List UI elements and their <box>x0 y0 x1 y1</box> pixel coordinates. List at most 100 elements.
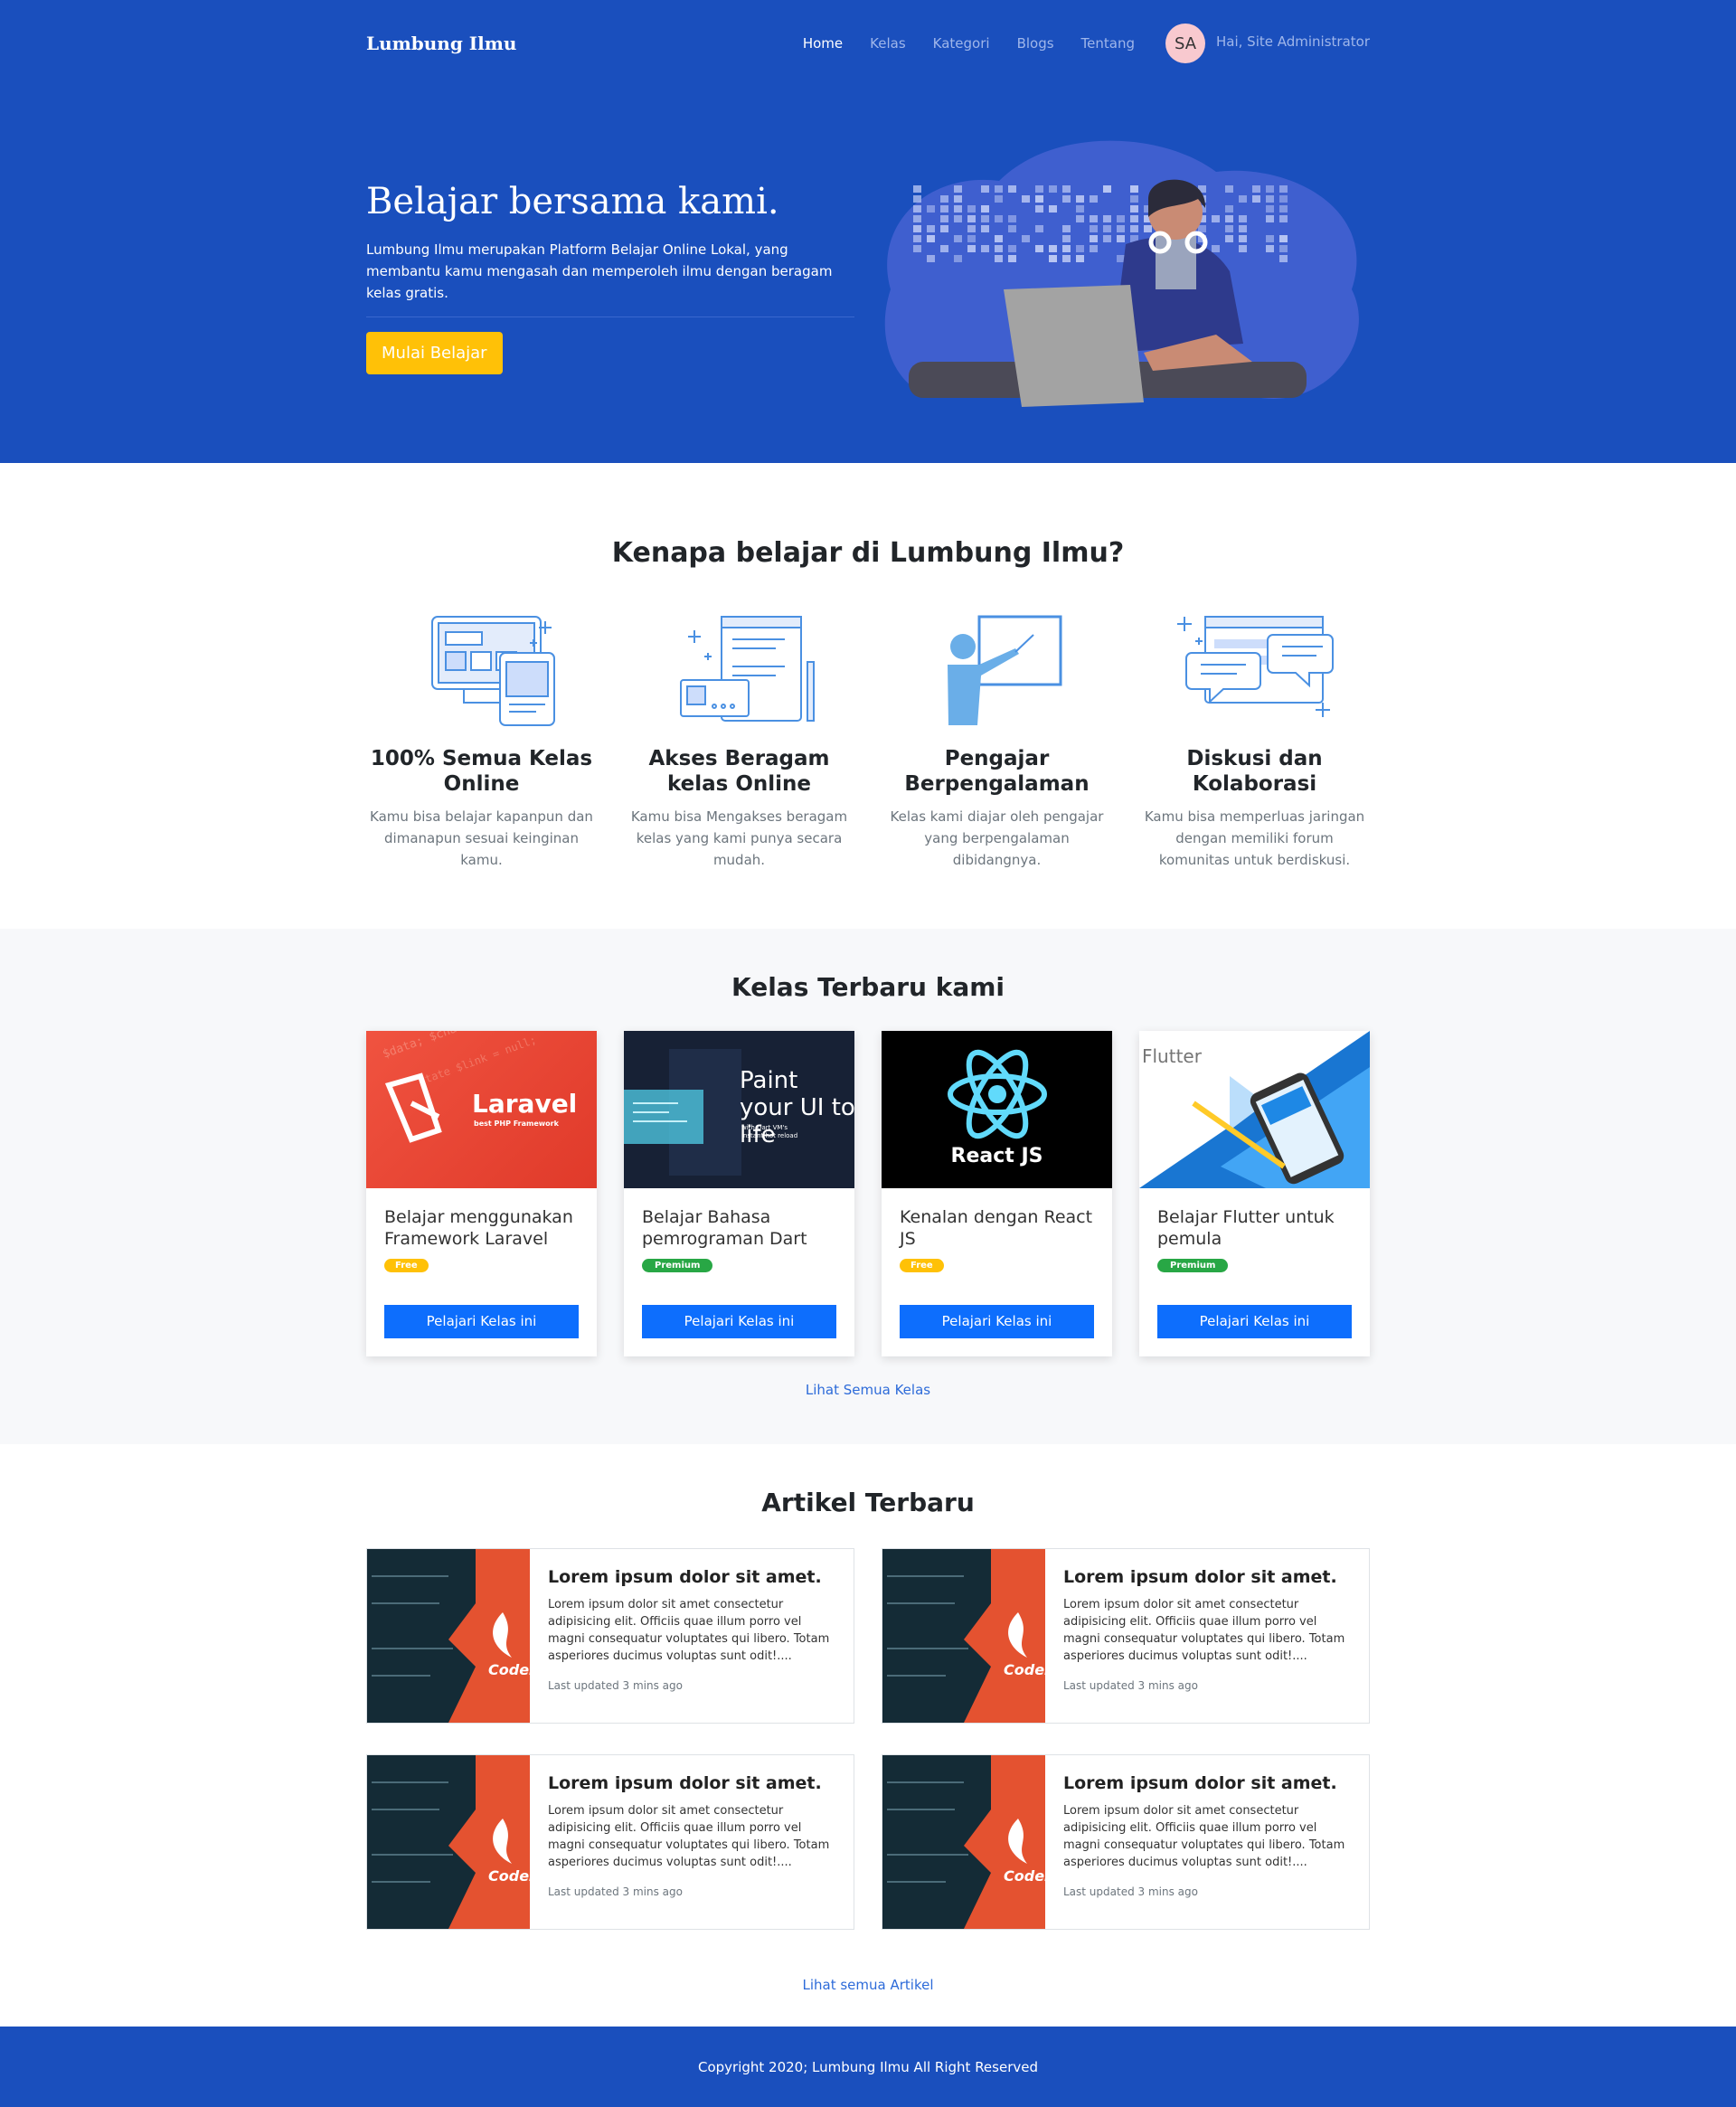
devices-icon <box>430 616 555 726</box>
user-greeting[interactable]: Hai, Site Administrator <box>1216 33 1370 50</box>
pixel-block <box>954 195 962 203</box>
pixel-block <box>913 205 921 213</box>
nav-kelas[interactable]: Kelas <box>870 35 906 52</box>
pixel-block <box>1130 215 1138 222</box>
pixel-block <box>927 235 935 242</box>
hero-title: Belajar bersama kami. <box>366 181 779 222</box>
class-card[interactable]: Flutter Belajar Flutter untuk pemula Pre… <box>1139 1031 1370 1356</box>
article-excerpt: Lorem ipsum dolor sit amet consectetur a… <box>1063 1804 1345 1869</box>
pixel-block <box>995 255 1003 262</box>
pixel-block <box>913 195 921 203</box>
article-card[interactable]: CodeI Lorem ipsum dolor sit amet. Lorem … <box>366 1754 854 1930</box>
pixel-block <box>1266 215 1274 222</box>
pixel-block <box>940 225 948 232</box>
pixel-block <box>1225 235 1233 242</box>
feature-desc: Kamu bisa belajar kapanpun dan dimanapun… <box>370 808 593 868</box>
pixel-block <box>1279 215 1288 222</box>
class-card[interactable]: React JS Kenalan dengan React JS Free Pe… <box>882 1031 1112 1356</box>
feature-item: 100% Semua Kelas Online Kamu bisa belaja… <box>366 612 597 871</box>
why-section: Kenapa belajar di Lumbung Ilmu? 100% Sem… <box>0 463 1736 929</box>
pixel-block <box>1252 185 1260 193</box>
pixel-block <box>1279 205 1288 213</box>
pixel-block <box>1103 225 1111 232</box>
pixel-block <box>1008 255 1016 262</box>
brand-logo[interactable]: Lumbung Ilmu <box>366 33 516 54</box>
class-card[interactable]: $data; $charset state $link = null; Lara… <box>366 1031 597 1356</box>
laravel-logo-sub: best PHP Framework <box>474 1120 559 1128</box>
hero-text: Belajar bersama kami. Lumbung Ilmu merup… <box>366 181 854 374</box>
class-card[interactable]: Paint your UI to life with Dart VM's ins… <box>624 1031 854 1356</box>
class-title: Kenalan dengan React JS <box>900 1207 1093 1249</box>
pixel-block <box>1076 205 1084 213</box>
start-learning-button[interactable]: Mulai Belajar <box>366 332 503 374</box>
pixel-block <box>1090 195 1098 203</box>
pixel-block <box>1266 185 1274 193</box>
feature-title: Diskusi dan Kolaborasi <box>1186 747 1323 796</box>
feature-title: 100% Semua Kelas Online <box>370 747 593 796</box>
see-all-articles-link[interactable]: Lihat semua Artikel <box>366 1977 1370 1993</box>
pixel-block <box>1008 225 1016 232</box>
documents-icon <box>679 616 815 722</box>
study-class-button[interactable]: Pelajari Kelas ini <box>642 1305 836 1338</box>
pixel-block <box>1035 245 1043 252</box>
why-title: Kenapa belajar di Lumbung Ilmu? <box>611 537 1125 569</box>
hero-illustration <box>884 140 1359 407</box>
article-title: Lorem ipsum dolor sit amet. <box>1063 1773 1337 1793</box>
pixel-block <box>1103 215 1111 222</box>
pixel-block <box>940 205 948 213</box>
nav-tentang[interactable]: Tentang <box>1081 35 1135 52</box>
pixel-block <box>1144 225 1152 232</box>
article-card[interactable]: CodeI Lorem ipsum dolor sit amet. Lorem … <box>882 1754 1370 1930</box>
copyright-text: Copyright 2020; Lumbung Ilmu All Right R… <box>697 2058 1039 2075</box>
pixel-block <box>1062 225 1071 232</box>
pixel-block <box>1076 195 1084 203</box>
pixel-block <box>967 205 976 213</box>
study-class-button[interactable]: Pelajari Kelas ini <box>384 1305 579 1338</box>
pixel-block <box>1022 195 1030 203</box>
study-class-button[interactable]: Pelajari Kelas ini <box>1157 1305 1352 1338</box>
article-timestamp: Last updated 3 mins ago <box>548 1679 683 1692</box>
premium-badge: Premium <box>1157 1259 1229 1272</box>
pixel-block <box>1279 235 1288 242</box>
pixel-block <box>913 185 921 193</box>
pixel-block <box>1239 195 1247 203</box>
pixel-block <box>1130 195 1138 203</box>
article-card[interactable]: CodeI Lorem ipsum dolor sit amet. Lorem … <box>882 1548 1370 1724</box>
nav-home[interactable]: Home <box>803 35 843 52</box>
react-thumbnail: React JS <box>882 1031 1112 1188</box>
pixel-block <box>927 255 935 262</box>
nav-blogs[interactable]: Blogs <box>1017 35 1054 52</box>
laravel-logo-text: Laravel <box>472 1089 578 1119</box>
pixel-block <box>1076 245 1084 252</box>
pixel-block <box>1090 245 1098 252</box>
nav-links: Home Kelas Kategori Blogs Tentang SA Hai… <box>776 24 1370 63</box>
pixel-block <box>1130 225 1138 232</box>
pixel-block <box>1117 225 1125 232</box>
pixel-block <box>927 225 935 232</box>
pixel-block <box>1090 225 1098 232</box>
pixel-block <box>1090 215 1098 222</box>
pixel-block <box>1279 255 1288 262</box>
pixel-block <box>954 235 962 242</box>
pixel-block <box>1252 195 1260 203</box>
avatar[interactable]: SA <box>1165 24 1205 63</box>
pixel-block <box>1008 185 1016 193</box>
pixel-block <box>1239 225 1247 232</box>
pixel-block <box>995 235 1003 242</box>
kelas-title: Kelas Terbaru kami <box>731 972 1005 1002</box>
article-thumbnail: CodeI <box>882 1755 1045 1929</box>
article-excerpt: Lorem ipsum dolor sit amet consectetur a… <box>548 1598 830 1663</box>
hero-section: Lumbung Ilmu Home Kelas Kategori Blogs T… <box>0 0 1736 463</box>
pixel-block <box>1076 255 1084 262</box>
class-title: Belajar Bahasa pemrograman Dart <box>642 1207 807 1249</box>
pixel-block <box>954 185 962 193</box>
study-class-button[interactable]: Pelajari Kelas ini <box>900 1305 1094 1338</box>
pixel-block <box>1022 235 1030 242</box>
nav-kategori[interactable]: Kategori <box>933 35 990 52</box>
article-card[interactable]: CodeI Lorem ipsum dolor sit amet. Lorem … <box>366 1548 854 1724</box>
article-title: Lorem ipsum dolor sit amet. <box>548 1773 822 1793</box>
pixel-block <box>1117 215 1125 222</box>
pixel-block <box>981 245 989 252</box>
artikel-title: Artikel Terbaru <box>761 1488 975 1517</box>
see-all-classes-link[interactable]: Lihat Semua Kelas <box>366 1382 1370 1398</box>
